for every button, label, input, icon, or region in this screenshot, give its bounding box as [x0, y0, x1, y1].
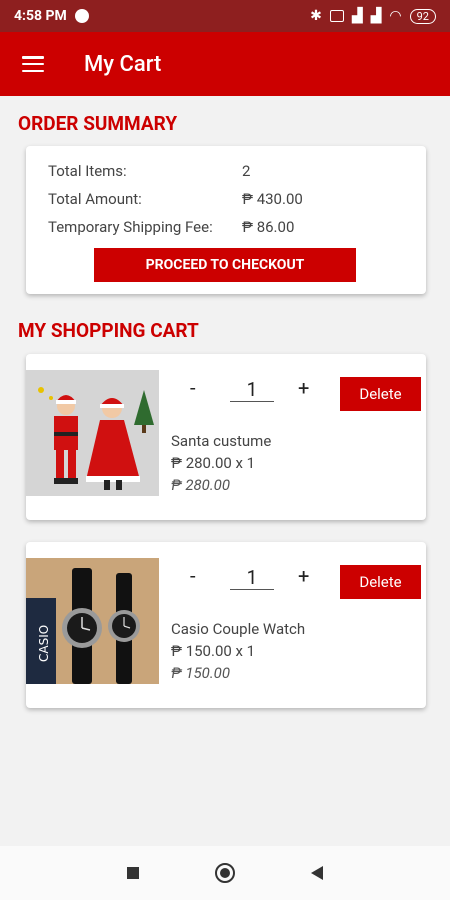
svg-text:CASIO: CASIO	[37, 625, 51, 662]
shipping-fee-label: Temporary Shipping Fee:	[48, 218, 213, 236]
product-price: ₱ 150.00 x 1	[171, 642, 256, 660]
proceed-to-checkout-button[interactable]: PROCEED TO CHECKOUT	[94, 248, 356, 282]
delete-button[interactable]: Delete	[340, 377, 421, 411]
signal-icon: ▟	[351, 8, 363, 24]
product-total: ₱ 150.00	[171, 664, 231, 682]
shipping-fee-value: ₱ 86.00	[242, 218, 295, 236]
battery-indicator: 92	[409, 8, 436, 24]
app-title: My Cart	[84, 51, 162, 77]
menu-icon[interactable]	[22, 56, 44, 72]
system-nav-bar	[0, 846, 450, 900]
order-summary-heading: ORDER SUMMARY	[18, 112, 178, 135]
increase-qty-button[interactable]: +	[298, 564, 309, 588]
quantity-input[interactable]	[230, 378, 274, 402]
decrease-qty-button[interactable]: -	[190, 376, 196, 400]
status-icons: ✱ ▟ ▟ ◠ 92	[310, 8, 436, 24]
total-items-value: 2	[242, 162, 251, 180]
bluetooth-icon: ✱	[310, 8, 322, 24]
status-bar: 4:58 PM ✱ ▟ ▟ ◠ 92	[0, 0, 450, 32]
wifi-icon: ◠	[389, 8, 402, 24]
back-icon[interactable]	[311, 866, 323, 880]
total-items-label: Total Items:	[48, 162, 127, 180]
status-time: 4:58 PM	[14, 8, 67, 24]
order-summary-card: Total Items: 2 Total Amount: ₱ 430.00 Te…	[26, 146, 426, 294]
signal-icon-2: ▟	[370, 8, 382, 24]
product-name: Santa custume	[171, 432, 272, 450]
cart-item: - + Delete Santa custume ₱ 280.00 x 1 ₱ …	[26, 354, 426, 520]
cart-item: CASIO - + Delete Casio Couple Watch ₱ 15…	[26, 542, 426, 708]
product-image-santa	[26, 370, 159, 496]
increase-qty-button[interactable]: +	[298, 376, 309, 400]
home-icon[interactable]	[215, 863, 235, 883]
product-price: ₱ 280.00 x 1	[171, 454, 256, 472]
recents-icon[interactable]	[127, 867, 139, 879]
total-amount-label: Total Amount:	[48, 190, 142, 208]
product-total: ₱ 280.00	[171, 476, 231, 494]
messenger-icon	[74, 9, 89, 23]
app-bar: My Cart	[0, 32, 450, 96]
product-image-watch: CASIO	[26, 558, 159, 684]
shopping-cart-heading: MY SHOPPING CART	[18, 319, 199, 342]
total-amount-value: ₱ 430.00	[242, 190, 303, 208]
delete-button[interactable]: Delete	[340, 565, 421, 599]
toggle-icon	[329, 10, 344, 22]
decrease-qty-button[interactable]: -	[190, 564, 196, 588]
product-name: Casio Couple Watch	[171, 620, 306, 638]
quantity-input[interactable]	[230, 566, 274, 590]
